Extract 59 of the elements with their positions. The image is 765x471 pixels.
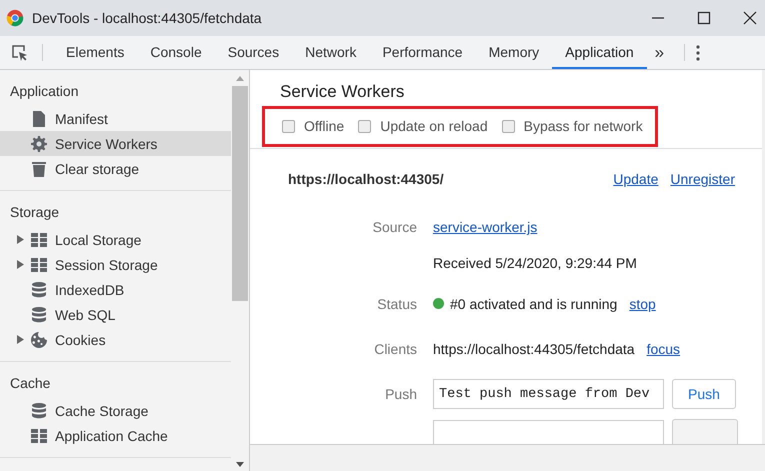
table-icon (31, 232, 47, 246)
source-link[interactable]: service-worker.js (433, 219, 538, 235)
sidebar-item[interactable]: Manifest (0, 106, 231, 131)
window-title: DevTools - localhost:44305/fetchdata (32, 10, 262, 26)
database-icon (31, 306, 47, 322)
expand-arrow-icon[interactable] (17, 260, 24, 269)
cookie-icon (31, 332, 47, 348)
panel-tab[interactable]: Network (292, 36, 370, 69)
close-icon[interactable] (742, 10, 758, 26)
scroll-down-icon[interactable] (235, 461, 245, 469)
gear-icon (31, 136, 47, 152)
scope-url: https://localhost:44305/ (288, 171, 444, 187)
sidebar-section-title: Application (9, 82, 80, 101)
send-button[interactable]: Push (672, 379, 736, 409)
sidebar-item[interactable]: Cookies (0, 327, 231, 352)
trash-icon (31, 160, 47, 176)
field-label: Clients (374, 340, 417, 356)
stop-link[interactable]: stop (629, 296, 656, 312)
browser-logo-icon (6, 9, 24, 27)
panel-tab[interactable]: Sources (214, 36, 292, 69)
more-options-icon[interactable] (695, 42, 702, 62)
client-url: https://localhost:44305/fetchdata (433, 340, 635, 356)
message-input-field[interactable]: Test push message from Dev (433, 379, 664, 409)
action-link[interactable]: Unregister (670, 171, 735, 187)
expand-arrow-icon[interactable] (17, 235, 24, 244)
maximize-icon[interactable] (696, 10, 712, 26)
panel-tab[interactable]: Console (137, 36, 215, 69)
more-tabs-button[interactable]: » (646, 36, 672, 69)
option-checkbox[interactable]: Offline (282, 118, 344, 134)
sidebar-item[interactable]: Service Workers (0, 131, 231, 156)
field-label: Source (372, 219, 417, 235)
sidebar-item[interactable]: Application Cache (0, 423, 231, 448)
field-label: Push (385, 386, 417, 402)
database-icon (31, 402, 47, 418)
database-icon (31, 282, 47, 298)
panel-tab[interactable]: Performance (369, 36, 476, 69)
document-icon (31, 110, 47, 126)
panel-tab[interactable]: Memory (476, 36, 552, 69)
sidebar-section-title: Cache (9, 374, 52, 393)
sidebar-item[interactable]: Cache Storage (0, 398, 231, 423)
sidebar-item[interactable]: Web SQL (0, 302, 231, 327)
sidebar-section-title: Storage (9, 203, 60, 222)
status-text: #0 activated and is running (450, 296, 618, 312)
sidebar-item[interactable]: Session Storage (0, 252, 231, 277)
option-checkbox[interactable]: Update on reload (358, 118, 488, 134)
received-time: Received 5/24/2020, 9:29:44 PM (433, 255, 637, 271)
focus-link[interactable]: focus (646, 340, 680, 356)
expand-arrow-icon[interactable] (17, 335, 24, 344)
sidebar-item[interactable]: IndexedDB (0, 277, 231, 302)
table-icon (31, 428, 47, 442)
panel-tab[interactable]: Elements (53, 36, 138, 69)
scrollbar-thumb[interactable] (232, 86, 248, 301)
sidebar-item[interactable]: Clear storage (0, 156, 231, 181)
panel-title: Service Workers (279, 82, 406, 102)
sidebar-item[interactable]: Local Storage (0, 227, 231, 252)
option-checkbox[interactable]: Bypass for network (502, 118, 643, 134)
field-label: Status (377, 296, 417, 312)
action-link[interactable]: Update (613, 171, 658, 187)
table-icon (31, 258, 47, 272)
